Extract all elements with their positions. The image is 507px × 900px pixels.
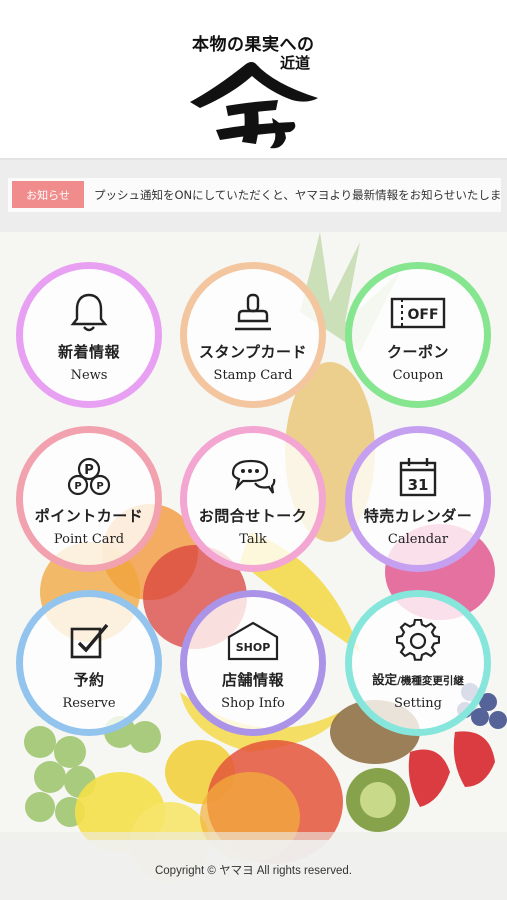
menu-talk-label: お問合せトーク xyxy=(198,507,308,525)
menu-coupon-label: クーポン xyxy=(386,343,449,361)
points-icon: P P P xyxy=(67,457,111,496)
menu-setting-button[interactable]: 設定/機種変更引継 Setting xyxy=(345,590,491,736)
coupon-icon: OFF xyxy=(390,297,446,329)
menu-talk-label-en: Talk xyxy=(239,532,267,547)
footer-copyright: Copyright © ヤマヨ All rights reserved. xyxy=(0,840,507,900)
svg-text:P: P xyxy=(74,481,81,492)
svg-text:31: 31 xyxy=(408,476,429,494)
shop-icon: SHOP xyxy=(227,621,279,661)
menu-setting-sublabel: /機種変更引継 xyxy=(397,675,464,687)
menu-setting-label-en: Setting xyxy=(394,696,442,711)
menu-reserve-label: 予約 xyxy=(73,671,105,689)
menu-point-card-label: ポイントカード xyxy=(34,507,144,525)
menu-calendar-label: 特売カレンダー xyxy=(363,507,473,525)
menu-coupon-button[interactable]: OFF クーポン Coupon xyxy=(345,262,491,408)
notice-text: プッシュ通知をONにしていただくと、ヤマヨより最新情報をお知らせいたします xyxy=(94,188,501,202)
menu-reserve-label-en: Reserve xyxy=(62,696,116,711)
menu-calendar-label-en: Calendar xyxy=(387,532,449,547)
menu-stamp-card-button[interactable]: スタンプカード Stamp Card xyxy=(180,262,326,408)
gear-icon xyxy=(396,619,440,661)
menu-stamp-card-label-en: Stamp Card xyxy=(213,368,293,383)
menu-shop-info-button[interactable]: SHOP 店舗情報 Shop Info xyxy=(180,590,326,736)
svg-text:SHOP: SHOP xyxy=(236,641,271,654)
notice-ticker[interactable]: お知らせ プッシュ通知をONにしていただくと、ヤマヨより最新情報をお知らせいたし… xyxy=(8,178,501,212)
svg-text:P: P xyxy=(96,481,103,492)
menu-point-card-label-en: Point Card xyxy=(53,532,125,547)
notice-label: お知らせ xyxy=(12,181,84,208)
menu-shop-info-label-en: Shop Info xyxy=(221,696,285,711)
stamp-icon xyxy=(235,293,271,331)
svg-text:P: P xyxy=(84,463,94,478)
menu-news-button[interactable]: 新着情報 News xyxy=(16,262,162,408)
menu-stamp-card-label: スタンプカード xyxy=(198,343,308,361)
checkbox-icon xyxy=(70,623,109,659)
brand-logo xyxy=(190,62,318,149)
menu-point-card-button[interactable]: P P P ポイントカード Point Card xyxy=(16,426,162,572)
menu-coupon-label-en: Coupon xyxy=(392,368,444,383)
svg-text:OFF: OFF xyxy=(407,307,438,323)
menu-calendar-button[interactable]: 31 特売カレンダー Calendar xyxy=(345,426,491,572)
chat-icon xyxy=(231,459,276,494)
menu-news-label: 新着情報 xyxy=(57,343,120,361)
menu-setting-label: 設定/機種変更引継 xyxy=(372,672,464,687)
app-header: 本物の果実への 近道 xyxy=(0,0,507,160)
calendar-icon: 31 xyxy=(399,458,437,497)
menu-reserve-button[interactable]: 予約 Reserve xyxy=(16,590,162,736)
menu-shop-info-label: 店舗情報 xyxy=(221,671,284,689)
menu-news-label-en: News xyxy=(70,368,108,383)
bell-icon xyxy=(70,293,108,332)
menu-talk-button[interactable]: お問合せトーク Talk xyxy=(180,426,326,572)
